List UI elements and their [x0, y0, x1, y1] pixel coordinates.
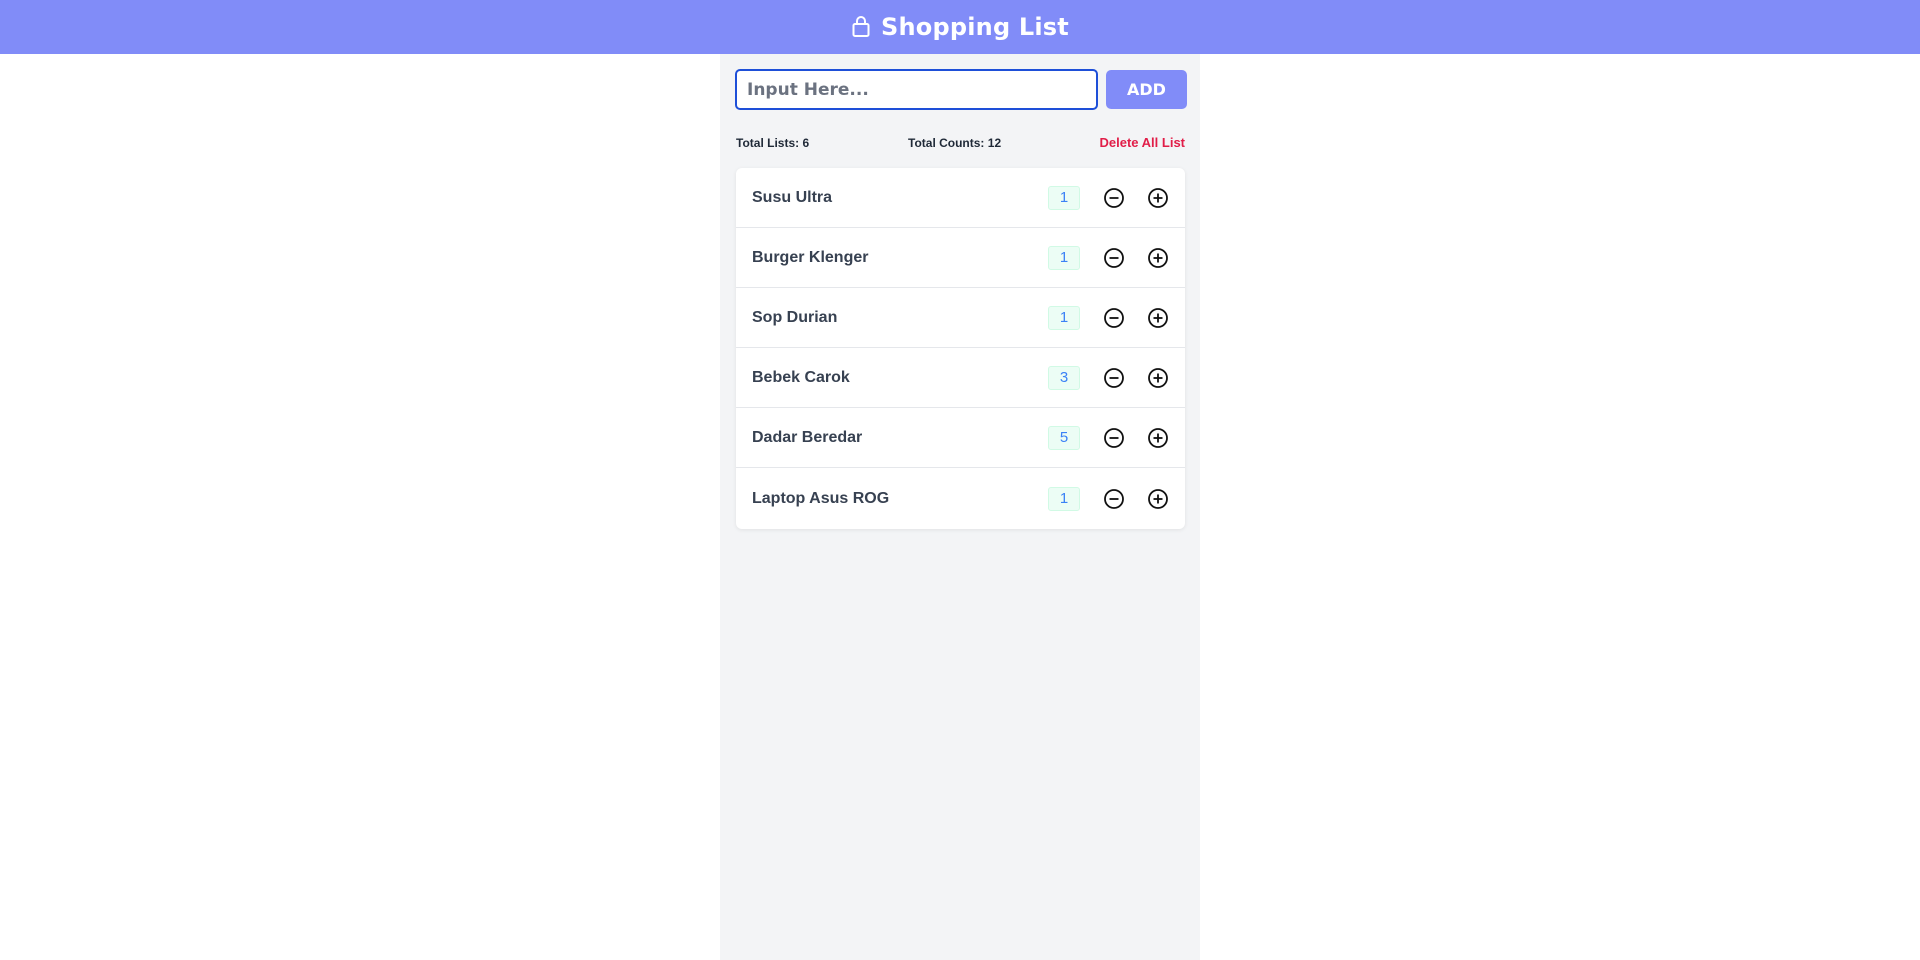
plus-circle-icon[interactable] — [1147, 247, 1169, 269]
plus-circle-icon[interactable] — [1147, 307, 1169, 329]
item-name: Bebek Carok — [752, 368, 850, 386]
item-count: 1 — [1048, 245, 1080, 270]
app-header: Shopping List — [0, 0, 1920, 54]
minus-circle-icon[interactable] — [1103, 427, 1125, 449]
minus-circle-icon[interactable] — [1103, 367, 1125, 389]
add-button[interactable]: ADD — [1106, 70, 1187, 109]
total-counts: Total Counts: 12 — [908, 136, 1002, 150]
item-count: 1 — [1048, 486, 1080, 511]
minus-circle-icon[interactable] — [1103, 488, 1125, 510]
list-item: Burger Klenger 1 — [736, 228, 1185, 288]
item-name: Susu Ultra — [752, 188, 833, 206]
item-count: 3 — [1048, 365, 1080, 390]
plus-circle-icon[interactable] — [1147, 427, 1169, 449]
plus-circle-icon[interactable] — [1147, 367, 1169, 389]
shopping-bag-icon — [851, 16, 871, 38]
minus-circle-icon[interactable] — [1103, 307, 1125, 329]
list-item: Sop Durian 1 — [736, 288, 1185, 348]
add-item-form: ADD — [735, 69, 1187, 110]
list-item: Dadar Beredar 5 — [736, 408, 1185, 468]
item-count: 1 — [1048, 185, 1080, 210]
plus-circle-icon[interactable] — [1147, 488, 1169, 510]
total-lists: Total Lists: 6 — [736, 136, 810, 150]
minus-circle-icon[interactable] — [1103, 247, 1125, 269]
plus-circle-icon[interactable] — [1147, 187, 1169, 209]
list-item: Laptop Asus ROG 1 — [736, 468, 1185, 529]
item-count: 1 — [1048, 305, 1080, 330]
item-count: 5 — [1048, 425, 1080, 450]
item-name: Sop Durian — [752, 308, 838, 326]
item-name: Laptop Asus ROG — [752, 489, 890, 507]
list-item: Susu Ultra 1 — [736, 168, 1185, 228]
stats-bar: Total Lists: 6 Total Counts: 12 Delete A… — [736, 135, 1185, 156]
minus-circle-icon[interactable] — [1103, 187, 1125, 209]
delete-all-button[interactable]: Delete All List — [1100, 135, 1185, 150]
page-title: Shopping List — [881, 13, 1069, 41]
item-name: Dadar Beredar — [752, 428, 863, 446]
item-name: Burger Klenger — [752, 248, 869, 266]
shopping-list: Susu Ultra 1 Burger Klenger 1 Sop Durian… — [736, 168, 1185, 529]
item-input[interactable] — [735, 69, 1098, 110]
list-item: Bebek Carok 3 — [736, 348, 1185, 408]
main-panel: ADD Total Lists: 6 Total Counts: 12 Dele… — [720, 54, 1200, 960]
